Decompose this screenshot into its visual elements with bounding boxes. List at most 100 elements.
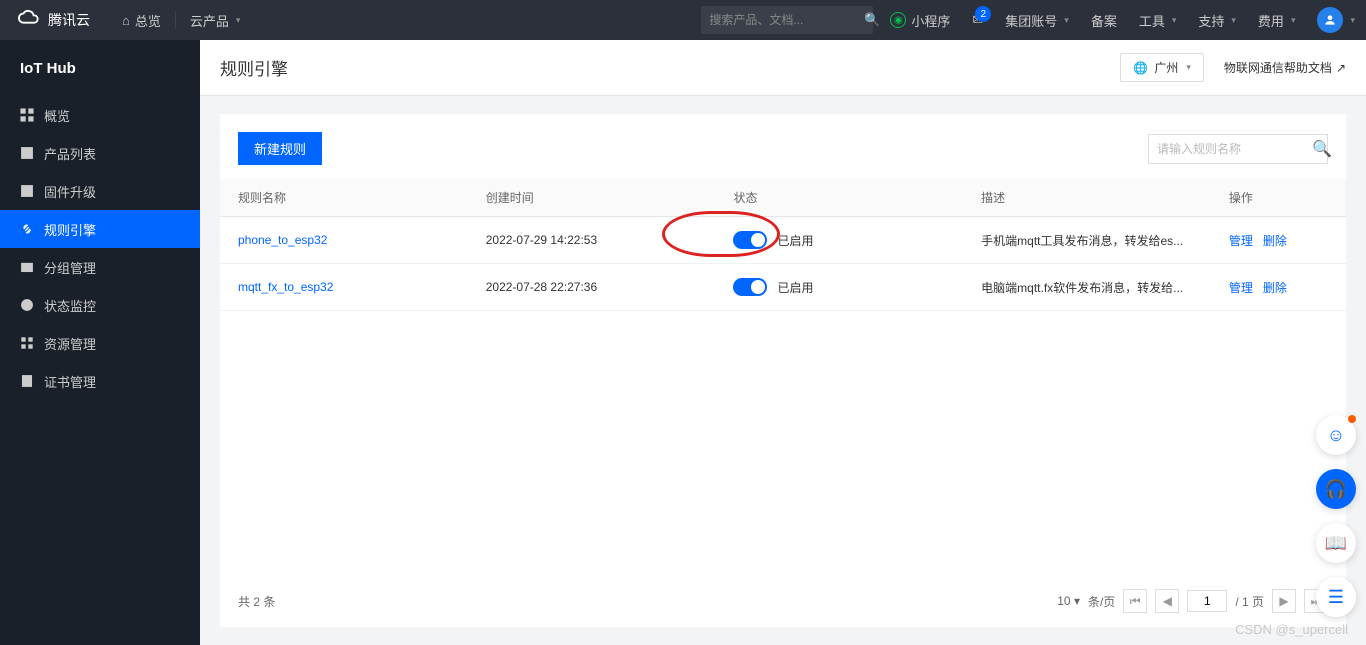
table-row: mqtt_fx_to_esp32 2022-07-28 22:27:36 已启用… xyxy=(220,264,1346,311)
resource-icon xyxy=(20,336,34,350)
top-right: ◉ 小程序 ✉ 2 集团账号▾ 备案 工具▾ 支持▾ 费用▾ ▾ xyxy=(879,0,1366,40)
feedback-button[interactable]: ☺ xyxy=(1316,415,1356,455)
rule-time: 2022-07-28 22:27:36 xyxy=(468,264,716,311)
col-desc: 描述 xyxy=(963,179,1211,217)
top-nav: 腾讯云 ⌂ 总览 云产品 ▾ 🔍 ◉ 小程序 ✉ 2 集团账号▾ 备案 工具▾ … xyxy=(0,0,1366,40)
chevron-down-icon: ▾ xyxy=(1064,15,1069,26)
search-icon[interactable]: 🔍 xyxy=(864,12,880,28)
global-search[interactable]: 🔍 xyxy=(701,6,873,34)
status-label: 已启用 xyxy=(777,279,813,296)
new-rule-button[interactable]: 新建规则 xyxy=(238,132,322,165)
col-status: 状态 xyxy=(715,179,963,217)
first-page-button[interactable]: ⏮ xyxy=(1123,589,1147,613)
manage-button[interactable]: 管理 xyxy=(1229,234,1253,248)
status-toggle[interactable] xyxy=(733,231,767,249)
col-name: 规则名称 xyxy=(220,179,468,217)
list-icon xyxy=(20,146,34,160)
menu-button[interactable]: ☰ xyxy=(1316,577,1356,617)
rules-table: 规则名称 创建时间 状态 描述 操作 phone_to_esp32 2022-0… xyxy=(220,179,1346,311)
docs-button[interactable]: 📖 xyxy=(1316,523,1356,563)
brand[interactable]: 腾讯云 xyxy=(0,8,108,33)
rule-search[interactable]: 🔍 xyxy=(1148,134,1328,164)
panel: 新建规则 🔍 规则名称 创建时间 状态 描述 操作 xyxy=(220,114,1346,627)
page-size-select[interactable]: 10 ▾ xyxy=(1057,594,1080,608)
page-input[interactable] xyxy=(1187,590,1227,612)
pulse-icon xyxy=(20,298,34,312)
rule-search-input[interactable] xyxy=(1157,142,1312,156)
mail-icon: ✉ 2 xyxy=(972,12,983,28)
search-icon[interactable]: 🔍 xyxy=(1312,139,1332,159)
menu-icon: ☰ xyxy=(1328,587,1344,608)
total-count: 共 2 条 xyxy=(238,593,275,610)
nav-avatar[interactable]: ▾ xyxy=(1306,0,1366,40)
grid-icon xyxy=(20,108,34,122)
content: 规则引擎 🌐 广州 ▾ 物联网通信帮助文档 ↗ 新建规则 🔍 xyxy=(200,40,1366,645)
sidebar-item-groups[interactable]: 分组管理 xyxy=(0,248,200,286)
avatar-icon xyxy=(1317,7,1343,33)
nav-support[interactable]: 支持▾ xyxy=(1187,0,1247,40)
delete-button[interactable]: 删除 xyxy=(1263,281,1287,295)
status-toggle[interactable] xyxy=(733,278,767,296)
chevron-down-icon: ▾ xyxy=(1186,62,1191,73)
external-link-icon: ↗ xyxy=(1336,61,1346,75)
nav-overview[interactable]: ⌂ 总览 xyxy=(108,0,175,40)
sidebar-item-firmware[interactable]: 固件升级 xyxy=(0,172,200,210)
rule-name-link[interactable]: mqtt_fx_to_esp32 xyxy=(238,280,333,294)
sidebar-item-status[interactable]: 状态监控 xyxy=(0,286,200,324)
status-label: 已启用 xyxy=(777,232,813,249)
float-buttons: ☺ 🎧 📖 ☰ xyxy=(1316,415,1356,617)
support-button[interactable]: 🎧 xyxy=(1316,469,1356,509)
next-page-button[interactable]: ▶ xyxy=(1272,589,1296,613)
home-icon: ⌂ xyxy=(122,13,130,28)
cloud-icon xyxy=(18,8,40,33)
rule-desc: 手机端mqtt工具发布消息，转发给es... xyxy=(963,217,1211,264)
prev-page-button[interactable]: ◀ xyxy=(1155,589,1179,613)
sidebar-title: IoT Hub xyxy=(0,40,200,96)
book-icon: 📖 xyxy=(1325,533,1347,554)
upload-icon xyxy=(20,184,34,198)
chevron-down-icon: ▾ xyxy=(236,15,241,26)
headset-icon: 🎧 xyxy=(1325,479,1347,500)
search-input[interactable] xyxy=(709,13,864,27)
nav-products[interactable]: 云产品 ▾ xyxy=(176,0,255,40)
region-select[interactable]: 🌐 广州 ▾ xyxy=(1120,53,1204,82)
page-header: 规则引擎 🌐 广州 ▾ 物联网通信帮助文档 ↗ xyxy=(200,40,1366,96)
rule-desc: 电脑端mqtt.fx软件发布消息，转发给... xyxy=(963,264,1211,311)
rule-name-link[interactable]: phone_to_esp32 xyxy=(238,233,327,247)
nav-group[interactable]: 集团账号▾ xyxy=(994,0,1080,40)
cert-icon xyxy=(20,374,34,388)
smile-icon: ☺ xyxy=(1327,425,1345,446)
sidebar-item-overview[interactable]: 概览 xyxy=(0,96,200,134)
link-icon xyxy=(20,222,34,236)
sidebar-item-certs[interactable]: 证书管理 xyxy=(0,362,200,400)
sidebar-item-rules[interactable]: 规则引擎 xyxy=(0,210,200,248)
help-doc-link[interactable]: 物联网通信帮助文档 ↗ xyxy=(1224,59,1346,76)
chevron-down-icon: ▾ xyxy=(1231,15,1236,26)
sidebar: IoT Hub 概览 产品列表 固件升级 规则引擎 分组管理 状态监控 资源管理… xyxy=(0,40,200,645)
toolbar: 新建规则 🔍 xyxy=(220,114,1346,179)
chevron-down-icon: ▾ xyxy=(1172,15,1177,26)
rule-time: 2022-07-29 14:22:53 xyxy=(468,217,716,264)
folder-icon xyxy=(20,260,34,274)
brand-text: 腾讯云 xyxy=(48,10,90,30)
sidebar-item-resources[interactable]: 资源管理 xyxy=(0,324,200,362)
nav-tools[interactable]: 工具▾ xyxy=(1128,0,1188,40)
col-ops: 操作 xyxy=(1211,179,1346,217)
nav-cost[interactable]: 费用▾ xyxy=(1247,0,1307,40)
page-title: 规则引擎 xyxy=(220,55,288,80)
globe-icon: 🌐 xyxy=(1133,61,1148,75)
manage-button[interactable]: 管理 xyxy=(1229,281,1253,295)
nav-beian[interactable]: 备案 xyxy=(1080,0,1128,40)
nav-miniapp[interactable]: ◉ 小程序 xyxy=(879,0,961,40)
mail-badge: 2 xyxy=(975,6,991,22)
table-row: phone_to_esp32 2022-07-29 14:22:53 已启用 手… xyxy=(220,217,1346,264)
table-footer: 共 2 条 10 ▾ 条/页 ⏮ ◀ / 1 页 ▶ ⏭ xyxy=(220,575,1346,627)
chevron-down-icon: ▾ xyxy=(1291,15,1296,26)
delete-button[interactable]: 删除 xyxy=(1263,234,1287,248)
nav-mail[interactable]: ✉ 2 xyxy=(961,0,994,40)
chevron-down-icon: ▾ xyxy=(1350,15,1355,26)
miniapp-icon: ◉ xyxy=(890,12,906,28)
notification-dot xyxy=(1348,415,1356,423)
sidebar-item-products[interactable]: 产品列表 xyxy=(0,134,200,172)
pager: 10 ▾ 条/页 ⏮ ◀ / 1 页 ▶ ⏭ xyxy=(1057,589,1328,613)
